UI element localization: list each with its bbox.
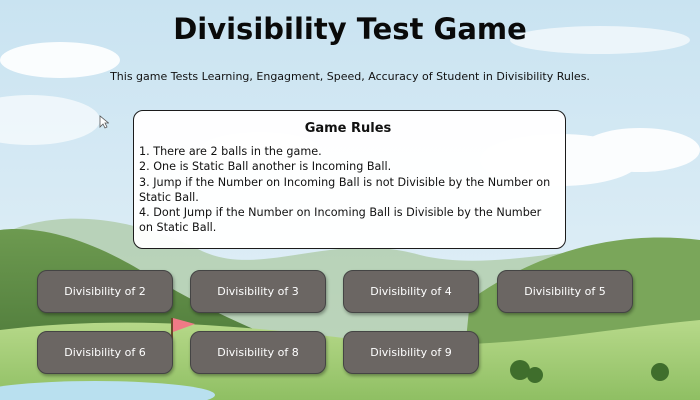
divisibility-5-button[interactable]: Divisibility of 5 [497, 270, 633, 313]
divisibility-6-button[interactable]: Divisibility of 6 [37, 331, 173, 374]
divisibility-8-button[interactable]: Divisibility of 8 [190, 331, 326, 374]
game-rules-panel: Game Rules 1. There are 2 balls in the g… [133, 110, 566, 249]
rule-item: 4. Dont Jump if the Number on Incoming B… [139, 206, 542, 235]
arrow-cursor-icon [99, 115, 109, 129]
divisibility-4-button[interactable]: Divisibility of 4 [343, 270, 479, 313]
rule-item: 2. One is Static Ball another is Incomin… [139, 160, 392, 174]
divisibility-3-button[interactable]: Divisibility of 3 [190, 270, 326, 313]
page-subtitle: This game Tests Learning, Engagment, Spe… [110, 70, 590, 83]
rules-title: Game Rules [304, 121, 392, 136]
divisibility-9-button[interactable]: Divisibility of 9 [343, 331, 479, 374]
page-title: Divisibility Test Game [173, 12, 527, 46]
divisibility-2-button[interactable]: Divisibility of 2 [37, 270, 173, 313]
rule-item: 1. There are 2 balls in the game. [139, 145, 322, 158]
rule-item: 3. Jump if the Number on Incoming Ball i… [139, 175, 551, 204]
rules-list: 1. There are 2 balls in the game. 2. One… [139, 144, 557, 236]
